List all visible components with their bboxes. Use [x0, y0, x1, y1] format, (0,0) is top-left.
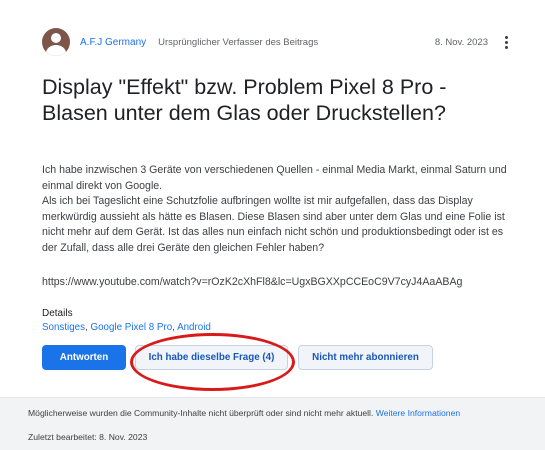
author-role: Ursprünglicher Verfasser des Beitrags	[158, 36, 319, 48]
tag-link[interactable]: Android	[177, 322, 211, 333]
reply-button[interactable]: Antworten	[42, 345, 126, 370]
post-header: A.F.J Germany Ursprünglicher Verfasser d…	[42, 28, 512, 56]
tag-link[interactable]: Google Pixel 8 Pro	[90, 322, 172, 333]
details-label: Details	[42, 308, 73, 319]
footer-note: Möglicherweise wurden die Community-Inha…	[28, 408, 460, 418]
tag-link[interactable]: Sonstiges	[42, 322, 85, 333]
author-link[interactable]: A.F.J Germany	[80, 37, 146, 48]
post-paragraph-2: Als ich bei Tageslicht eine Schutzfolie …	[42, 195, 505, 254]
avatar[interactable]	[42, 28, 70, 56]
footer-note-text: Möglicherweise wurden die Community-Inha…	[28, 408, 374, 418]
footer: Möglicherweise wurden die Community-Inha…	[0, 397, 545, 450]
post-paragraph-1: Ich habe inzwischen 3 Geräte von verschi…	[42, 164, 507, 192]
post-body: Ich habe inzwischen 3 Geräte von verschi…	[42, 163, 512, 257]
post-date: 8. Nov. 2023	[434, 36, 488, 48]
details-tags: Sonstiges, Google Pixel 8 Pro, Android	[42, 322, 211, 333]
avatar-person-icon	[51, 33, 61, 43]
more-info-link[interactable]: Weitere Informationen	[376, 408, 460, 418]
same-question-button[interactable]: Ich habe dieselbe Frage (4)	[135, 345, 288, 370]
more-vert-icon[interactable]	[500, 32, 512, 52]
avatar-person-body	[46, 45, 66, 56]
last-edited: Zuletzt bearbeitet: 8. Nov. 2023	[28, 432, 148, 442]
post-url: https://www.youtube.com/watch?v=rOzK2cXh…	[42, 276, 463, 288]
unsubscribe-button[interactable]: Nicht mehr abonnieren	[298, 345, 433, 370]
post-title: Display "Effekt" bzw. Problem Pixel 8 Pr…	[42, 75, 447, 125]
